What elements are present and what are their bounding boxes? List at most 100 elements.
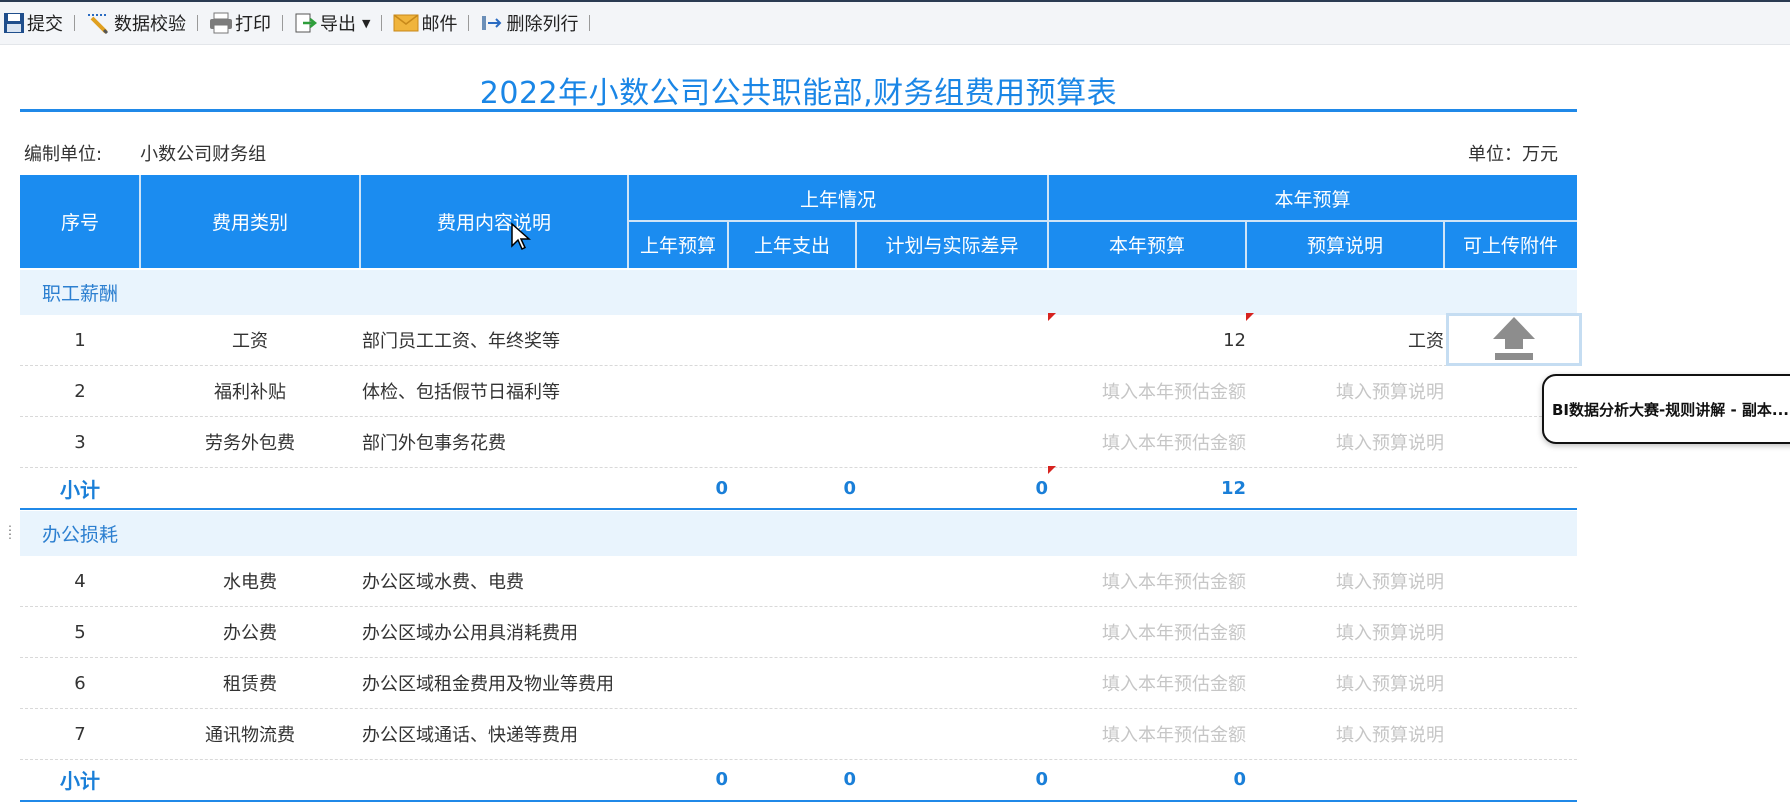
report-title: 2022年小数公司公共职能部,财务组费用预算表 — [479, 76, 1118, 111]
export-icon — [295, 13, 318, 33]
validate-button[interactable]: 数据校验 — [83, 8, 189, 38]
mail-button[interactable]: 邮件 — [390, 8, 460, 38]
this-budget-input[interactable]: 12 — [1048, 315, 1246, 365]
header-budget-note: 预算说明 — [1306, 235, 1383, 257]
group-header: 职工薪酬 — [20, 270, 1577, 315]
currency-unit: 单位：万元 — [1468, 144, 1558, 165]
budget-note-input[interactable]: 填入预算说明 — [1246, 709, 1444, 759]
category-cell: 通讯物流费 — [205, 725, 295, 746]
subtotal-last-budget: 0 — [715, 768, 728, 790]
subtotal-divider — [20, 800, 1577, 802]
pencil-ruler-icon — [88, 14, 109, 34]
table-row: 4 水电费 办公区域水费、电费 填入本年预估金额 填入预算说明 — [20, 556, 1577, 607]
subtotal-this-budget: 0 — [1233, 768, 1246, 790]
table-row: 6 租赁费 办公区域租金费用及物业等费用 填入本年预估金额 填入预算说明 — [20, 658, 1577, 709]
export-button[interactable]: 导出 ▼ — [291, 8, 373, 38]
subtotal-last-budget: 0 — [715, 478, 728, 499]
mail-label: 邮件 — [421, 14, 458, 35]
upload-icon — [1493, 317, 1535, 360]
delete-row-icon — [482, 16, 502, 30]
this-budget-input[interactable]: 填入本年预估金额 — [1048, 417, 1246, 467]
description-cell: 部门员工工资、年终奖等 — [362, 331, 560, 352]
subtotal-label: 小计 — [60, 478, 100, 502]
this-budget-input[interactable]: 填入本年预估金额 — [1048, 366, 1246, 416]
group-name: 职工薪酬 — [42, 283, 119, 305]
envelope-icon — [393, 14, 419, 32]
subtotal-diff: 0 — [1035, 768, 1048, 790]
drag-handle-icon[interactable]: ⋮ ⋮ — [4, 524, 16, 540]
toolbar-divider — [589, 15, 591, 31]
subtotal-divider — [20, 508, 1577, 510]
header-divider — [1245, 221, 1247, 268]
budget-note-input[interactable]: 填入预算说明 — [1246, 417, 1444, 467]
export-label: 导出 — [320, 14, 356, 35]
description-cell: 办公区域水费、电费 — [362, 572, 524, 593]
category-cell: 办公费 — [223, 623, 277, 644]
header-last-year-group: 上年情况 — [799, 188, 876, 211]
this-budget-input[interactable]: 填入本年预估金额 — [1048, 607, 1246, 657]
header-diff: 计划与实际差异 — [885, 235, 1019, 257]
popup-text: BI数据分析大赛-规则讲解 - 副本... — [1552, 400, 1790, 419]
table-row: 2 福利补贴 体检、包括假节日福利等 填入本年预估金额 填入预算说明 — [20, 366, 1577, 417]
org-unit-label: 编制单位: — [24, 144, 103, 165]
budget-note-input[interactable]: 填入预算说明 — [1246, 607, 1444, 657]
table-row: 1 工资 部门员工工资、年终奖等 12 工资 — [20, 315, 1577, 366]
print-button[interactable]: 打印 — [206, 8, 274, 38]
seq-cell: 4 — [74, 570, 86, 592]
upload-attachment-button[interactable] — [1446, 313, 1582, 366]
title-underline — [20, 109, 1577, 112]
submit-button[interactable]: 提交 — [0, 8, 66, 38]
category-cell: 福利补贴 — [214, 382, 286, 403]
org-unit: 编制单位: 小数公司财务组 — [24, 140, 266, 166]
subtotal-row: 小计 0 0 0 0 — [20, 756, 1577, 802]
description-cell: 办公区域通话、快递等费用 — [362, 725, 578, 746]
description-cell: 办公区域租金费用及物业等费用 — [362, 674, 614, 695]
toolbar-divider — [282, 15, 283, 31]
comment-marker — [1048, 466, 1056, 474]
budget-note-input[interactable]: 填入预算说明 — [1246, 366, 1444, 416]
header-description: 费用内容说明 — [436, 212, 551, 234]
delete-row-button[interactable]: 删除列行 — [477, 8, 581, 38]
budget-note-input[interactable]: 工资 — [1246, 315, 1444, 365]
printer-icon — [210, 12, 232, 34]
header-divider — [628, 220, 1577, 222]
seq-cell: 7 — [74, 723, 86, 745]
floating-window-tooltip[interactable]: BI数据分析大赛-规则讲解 - 副本... — [1542, 374, 1790, 444]
table-row: 7 通讯物流费 办公区域通话、快递等费用 填入本年预估金额 填入预算说明 — [20, 709, 1577, 760]
this-budget-input[interactable]: 填入本年预估金额 — [1048, 709, 1246, 759]
header-divider — [139, 175, 141, 268]
seq-cell: 1 — [74, 329, 86, 351]
this-budget-input[interactable]: 填入本年预估金额 — [1048, 556, 1246, 606]
budget-note-input[interactable]: 填入预算说明 — [1246, 658, 1444, 708]
subtotal-diff: 0 — [1035, 478, 1048, 499]
description-cell: 体检、包括假节日福利等 — [362, 382, 560, 403]
save-icon — [4, 13, 24, 33]
table-row: 5 办公费 办公区域办公用具消耗费用 填入本年预估金额 填入预算说明 — [20, 607, 1577, 658]
budget-note-input[interactable]: 填入预算说明 — [1246, 556, 1444, 606]
chevron-down-icon: ▼ — [362, 16, 371, 30]
toolbar-divider — [74, 15, 75, 31]
subtotal-row: 小计 0 0 0 12 — [20, 463, 1577, 514]
subtotal-this-budget: 12 — [1220, 478, 1246, 499]
header-this-budget: 本年预算 — [1108, 235, 1185, 257]
category-cell: 劳务外包费 — [205, 433, 295, 454]
description-cell: 部门外包事务花费 — [362, 433, 506, 454]
header-divider — [727, 221, 729, 268]
subtotal-label: 小计 — [60, 768, 100, 793]
category-cell: 水电费 — [223, 572, 277, 593]
this-budget-input[interactable]: 填入本年预估金额 — [1048, 658, 1246, 708]
seq-cell: 2 — [74, 380, 86, 402]
group-name: 办公损耗 — [42, 524, 119, 546]
comment-marker — [1048, 313, 1056, 321]
group-header: 办公损耗 — [20, 511, 1577, 556]
header-divider — [855, 221, 857, 268]
header-divider — [1443, 221, 1445, 268]
toolbar-divider — [468, 15, 470, 31]
header-this-year-group: 本年预算 — [1274, 188, 1351, 211]
org-unit-value: 小数公司财务组 — [140, 144, 267, 165]
delete-row-label: 删除列行 — [506, 14, 579, 35]
table-row: 3 劳务外包费 部门外包事务花费 填入本年预估金额 填入预算说明 — [20, 417, 1577, 468]
table-header: 序号 费用类别 费用内容说明 上年情况 本年预算 上年预算 上年支出 计划与实际… — [20, 175, 1577, 268]
subtotal-last-spend: 0 — [843, 478, 856, 499]
seq-cell: 5 — [74, 621, 86, 643]
